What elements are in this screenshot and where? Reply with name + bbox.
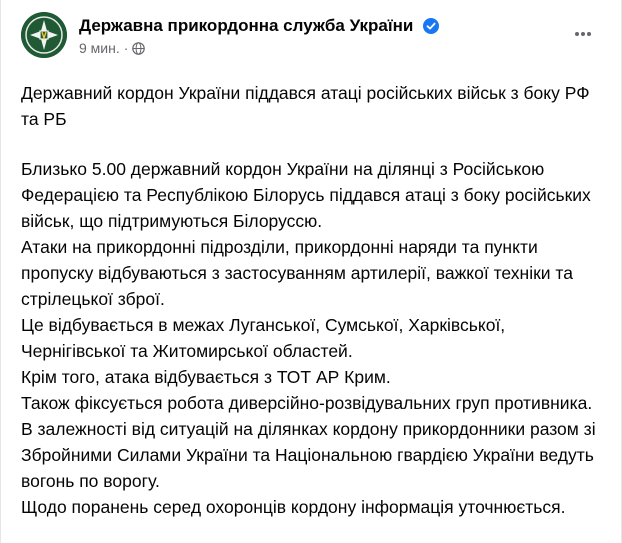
post-paragraph: В залежності від ситуацій на ділянках ко…: [21, 419, 596, 491]
page-avatar[interactable]: [21, 12, 67, 58]
border-guard-emblem-icon: [21, 12, 67, 58]
post-timestamp[interactable]: 9 мин.: [79, 40, 120, 56]
post-meta: Державна прикордонна служба України 9 ми…: [79, 16, 439, 56]
post-paragraph: Крім того, атака відбувається з ТОТ АР К…: [21, 367, 391, 387]
post-paragraph: Також фіксується робота диверсійно-розві…: [21, 393, 593, 413]
post-options-button[interactable]: [565, 16, 601, 52]
post-paragraph: Атаки на прикордонні підрозділи, прикорд…: [21, 237, 573, 309]
post-subline: 9 мин. ·: [79, 40, 439, 56]
post-headline: Державний кордон України піддався атаці …: [21, 83, 590, 129]
post-paragraph: Щодо поранень серед охоронців кордону ін…: [21, 497, 566, 517]
globe-icon: [132, 42, 146, 55]
facebook-post: Державна прикордонна служба України 9 ми…: [0, 0, 622, 543]
meta-separator: ·: [123, 40, 129, 56]
page-name-link[interactable]: Державна прикордонна служба України: [79, 16, 413, 36]
verified-badge-icon: [422, 18, 439, 34]
post-paragraph: Близько 5.00 державний кордон України на…: [21, 159, 591, 231]
post-paragraph: Це відбувається в межах Луганської, Сумс…: [21, 315, 506, 361]
post-header: Державна прикордонна служба України 9 ми…: [21, 12, 601, 60]
post-text: Державний кордон України піддався атаці …: [21, 80, 606, 520]
more-horizontal-icon: [575, 32, 591, 36]
